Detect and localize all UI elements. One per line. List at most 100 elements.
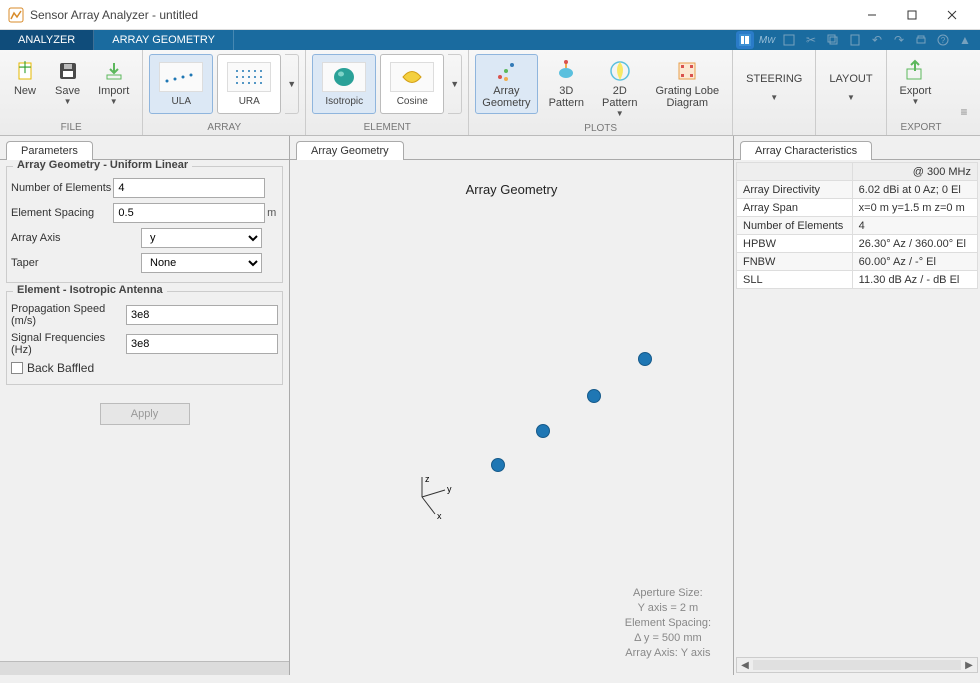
new-button[interactable]: ＋ New: [6, 54, 44, 102]
canvas-annotation: Aperture Size: Y axis = 2 m Element Spac…: [625, 586, 711, 661]
scroll-left-icon[interactable]: ◀: [737, 660, 753, 671]
print-icon[interactable]: [912, 31, 930, 49]
sensor-element: [587, 389, 601, 403]
sensor-element: [491, 458, 505, 472]
redo-icon[interactable]: ↷: [890, 31, 908, 49]
ura-thumb-icon: [227, 62, 271, 92]
undo-icon[interactable]: ↶: [868, 31, 886, 49]
titlebar: Sensor Array Analyzer - untitled: [0, 0, 980, 30]
array-gallery-dropdown[interactable]: ▼: [285, 54, 299, 114]
tab-array-geometry[interactable]: ARRAY GEOMETRY: [94, 30, 234, 50]
array-geometry-icon: [494, 59, 518, 83]
array-axis-select[interactable]: y: [141, 228, 262, 248]
new-icon: ＋: [13, 59, 37, 83]
copy-icon[interactable]: [824, 31, 842, 49]
3d-pattern-button[interactable]: 3D Pattern: [542, 54, 591, 114]
array-geometry-button[interactable]: Array Geometry: [475, 54, 537, 114]
ribbon-group-layout: LAYOUT ▼: [816, 50, 886, 135]
propspeed-label: Propagation Speed (m/s): [11, 303, 126, 327]
import-icon: [102, 59, 126, 83]
fieldset-legend: Array Geometry - Uniform Linear: [13, 160, 192, 171]
tab-parameters[interactable]: Parameters: [6, 141, 93, 160]
ribbon-group-label: ARRAY: [143, 122, 305, 135]
ribbon: ＋ New Save ▼ Import ▼ FILE ULA: [0, 50, 980, 136]
propspeed-input[interactable]: [126, 305, 278, 325]
ula-thumb-icon: [159, 62, 203, 92]
sensor-element: [638, 352, 652, 366]
close-button[interactable]: [932, 0, 972, 30]
ribbon-group-plots: Array Geometry 3D Pattern 2D Pattern ▼ G…: [469, 50, 733, 135]
array-geometry-canvas[interactable]: Array Geometry z y x Aperture Size: Y ax…: [292, 162, 731, 673]
characteristics-panel: Array Characteristics @ 300 MHz Array Di…: [734, 136, 980, 675]
toolstrip-header: ANALYZER ARRAY GEOMETRY MW ✂ ↶ ↷ ? ▲: [0, 30, 980, 50]
freq-input[interactable]: [126, 334, 278, 354]
gallery-isotropic[interactable]: Isotropic: [312, 54, 376, 114]
ribbon-group-label: PLOTS: [469, 123, 732, 136]
chevron-down-icon: ▼: [911, 97, 919, 106]
paste-icon[interactable]: [846, 31, 864, 49]
save-button[interactable]: Save ▼: [48, 54, 87, 111]
tab-array-characteristics[interactable]: Array Characteristics: [740, 141, 872, 160]
isotropic-thumb-icon: [322, 62, 366, 92]
minimize-button[interactable]: [852, 0, 892, 30]
2d-pattern-button[interactable]: 2D Pattern ▼: [595, 54, 644, 123]
ribbon-group-label: EXPORT: [887, 122, 980, 135]
num-elements-input[interactable]: [113, 178, 265, 198]
tab-analyzer[interactable]: ANALYZER: [0, 30, 94, 50]
export-button[interactable]: Export ▼: [893, 54, 939, 111]
checkbox-icon: [11, 362, 23, 374]
ribbon-group-label: ELEMENT: [306, 122, 468, 135]
characteristics-table: @ 300 MHz Array Directivity6.02 dBi at 0…: [736, 162, 978, 289]
element-gallery-dropdown[interactable]: ▼: [448, 54, 462, 114]
save-icon: [56, 59, 80, 83]
apply-button[interactable]: Apply: [100, 403, 190, 425]
chevron-down-icon: ▼: [847, 93, 855, 102]
gallery-ula[interactable]: ULA: [149, 54, 213, 114]
main-area: Parameters Array Geometry - Uniform Line…: [0, 136, 980, 675]
taper-label: Taper: [11, 257, 141, 269]
array-geometry-fieldset: Array Geometry - Uniform Linear Number o…: [6, 166, 283, 283]
chevron-down-icon: ▼: [616, 109, 624, 118]
cosine-thumb-icon: [390, 62, 434, 92]
save-icon[interactable]: [780, 31, 798, 49]
help-icon[interactable]: ?: [934, 31, 952, 49]
layout-dropdown[interactable]: LAYOUT ▼: [822, 54, 879, 107]
steering-dropdown[interactable]: STEERING ▼: [739, 54, 809, 107]
table-row: Number of Elements4: [737, 217, 978, 235]
expand-ribbon-button[interactable]: ≡: [954, 102, 974, 122]
element-spacing-input[interactable]: [113, 203, 265, 223]
table-row: Array Directivity6.02 dBi at 0 Az; 0 El: [737, 181, 978, 199]
gallery-cosine[interactable]: Cosine: [380, 54, 444, 114]
2d-pattern-icon: [608, 59, 632, 83]
mw-icon[interactable]: MW: [758, 31, 776, 49]
left-scrollbar[interactable]: [0, 661, 289, 675]
ribbon-group-label: FILE: [0, 122, 142, 135]
sensor-element: [536, 424, 550, 438]
grating-lobe-button[interactable]: Grating Lobe Diagram: [649, 54, 727, 114]
tab-array-geometry-canvas[interactable]: Array Geometry: [296, 141, 404, 160]
collapse-ribbon-icon[interactable]: ▲: [956, 31, 974, 49]
axes-widget: z y x: [407, 472, 457, 525]
ribbon-group-steering: STEERING ▼: [733, 50, 816, 135]
taper-select[interactable]: None: [141, 253, 262, 273]
ribbon-group-element: Isotropic Cosine ▼ ELEMENT: [306, 50, 469, 135]
cut-icon[interactable]: ✂: [802, 31, 820, 49]
layout-icon[interactable]: [736, 31, 754, 49]
characteristics-scrollbar[interactable]: ◀ ▶: [736, 657, 978, 673]
import-button[interactable]: Import ▼: [91, 54, 136, 111]
svg-text:x: x: [437, 511, 442, 521]
ribbon-group-export: Export ▼ ≡ EXPORT: [887, 50, 980, 135]
svg-text:＋: ＋: [17, 60, 33, 77]
maximize-button[interactable]: [892, 0, 932, 30]
freq-label: Signal Frequencies (Hz): [11, 332, 126, 356]
scroll-right-icon[interactable]: ▶: [961, 660, 977, 671]
chevron-down-icon: ▼: [64, 97, 72, 106]
table-row: SLL11.30 dB Az / - dB El: [737, 271, 978, 289]
gallery-ura[interactable]: URA: [217, 54, 281, 114]
export-icon: [903, 59, 927, 83]
ribbon-group-file: ＋ New Save ▼ Import ▼ FILE: [0, 50, 143, 135]
chevron-down-icon: ▼: [770, 93, 778, 102]
back-baffled-checkbox[interactable]: Back Baffled: [11, 361, 278, 375]
fieldset-legend: Element - Isotropic Antenna: [13, 284, 167, 296]
grating-lobe-icon: [675, 59, 699, 83]
